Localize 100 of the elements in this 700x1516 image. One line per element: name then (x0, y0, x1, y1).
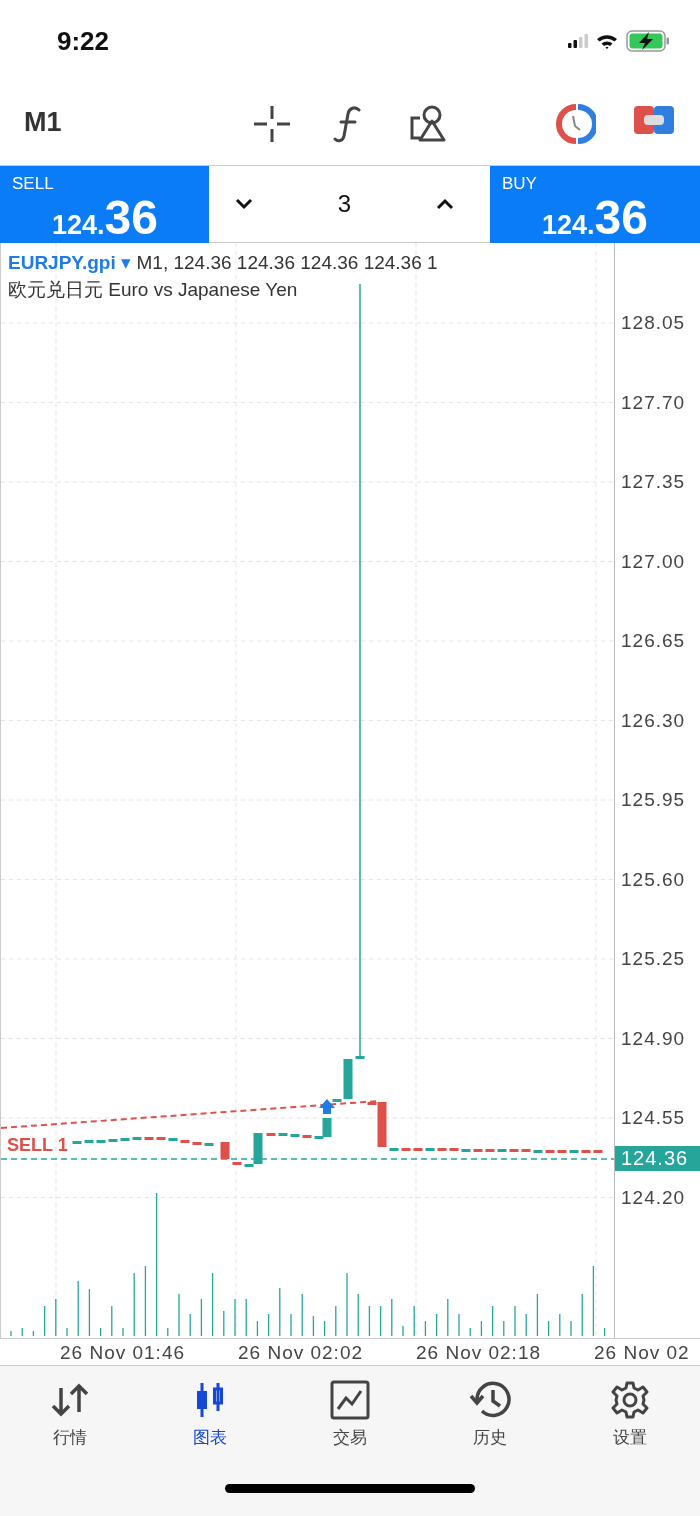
volume-bar (32, 1330, 35, 1337)
candle (220, 1142, 230, 1159)
candle (413, 1148, 423, 1151)
chevron-down-icon[interactable] (235, 198, 253, 210)
candle (521, 1149, 531, 1152)
candle (497, 1149, 507, 1152)
candle (437, 1148, 447, 1151)
candle (569, 1150, 579, 1153)
volume-bar (43, 1305, 46, 1337)
candle (425, 1148, 435, 1151)
volume-bar (592, 1265, 595, 1337)
candle (72, 1141, 82, 1144)
time-label: 26 Nov 01:46 (60, 1341, 187, 1365)
candle (401, 1148, 411, 1151)
signal-icon (568, 34, 588, 48)
candle (120, 1138, 130, 1141)
candle (266, 1133, 276, 1136)
line-chart-icon (330, 1380, 370, 1420)
candle (84, 1140, 94, 1143)
tab-item[interactable]: 行情 (0, 1380, 140, 1478)
volume-bar (211, 1272, 214, 1337)
price-label: 125.25 (621, 948, 686, 970)
candle (168, 1138, 178, 1141)
volume-bar (379, 1305, 382, 1337)
time-label: 26 Nov 02:02 (238, 1341, 365, 1365)
candle (232, 1162, 242, 1165)
current-price-tag: 124.36 (615, 1146, 700, 1171)
crosshair-icon[interactable] (252, 104, 292, 144)
volume-bar (368, 1305, 371, 1337)
price-label: 125.60 (621, 868, 686, 891)
candle (302, 1135, 312, 1138)
time-label: 26 Nov 02:18 (416, 1341, 543, 1365)
volume-bar (323, 1320, 326, 1337)
price-label: 127.35 (621, 471, 686, 493)
symbol-description: 欧元兑日元 Euro vs Japanese Yen (8, 278, 299, 302)
candle (389, 1148, 399, 1151)
up-arrow-icon (319, 1099, 335, 1114)
volume-bar (312, 1315, 315, 1337)
price-label: 125.95 (621, 789, 686, 811)
price-label: 124.20 (621, 1186, 686, 1209)
candle (108, 1139, 118, 1142)
price-label: 124.55 (621, 1107, 686, 1129)
candlestick-icon (195, 1380, 225, 1420)
candle (533, 1150, 543, 1153)
tab-item[interactable]: 交易 (280, 1380, 420, 1478)
candle (473, 1149, 483, 1152)
volume-bar (547, 1320, 550, 1337)
timer-icon[interactable] (556, 104, 596, 144)
one-click-trading-icon[interactable] (634, 104, 674, 136)
volume-bar (435, 1313, 438, 1337)
battery-charging-icon (626, 30, 670, 52)
candle (290, 1134, 300, 1137)
history-icon (469, 1380, 511, 1420)
candle (192, 1142, 202, 1145)
wifi-icon (596, 33, 618, 49)
volume-field[interactable]: 3 (329, 186, 360, 222)
symbol-link[interactable]: EURJPY.gpi ▾ (8, 251, 131, 274)
time-label: 26 Nov 02 (594, 1341, 691, 1365)
candle (581, 1150, 591, 1153)
candle (557, 1150, 567, 1153)
volume-bar (424, 1320, 427, 1337)
candle (509, 1149, 519, 1152)
candle (461, 1149, 471, 1152)
candle (132, 1137, 142, 1140)
price-label: 126.65 (621, 630, 686, 652)
timeframe-button[interactable]: M1 (24, 107, 62, 138)
settings-icon (611, 1380, 649, 1420)
volume-bar (88, 1288, 91, 1337)
candle (449, 1148, 459, 1151)
price-label: 124.90 (621, 1027, 686, 1050)
volume-bar (480, 1320, 483, 1337)
price-label: 127.70 (621, 391, 686, 414)
candle (156, 1137, 166, 1140)
chevron-up-icon[interactable] (436, 198, 454, 210)
tab-item[interactable]: 图表 (140, 1380, 280, 1478)
price-label: 128.05 (621, 312, 686, 334)
candle (593, 1150, 603, 1153)
tab-item[interactable]: 设置 (560, 1380, 700, 1478)
candle (180, 1140, 190, 1143)
volume-bar (536, 1293, 539, 1337)
volume-bar (200, 1298, 203, 1337)
volume-bar (256, 1320, 259, 1337)
volume-bar (144, 1265, 147, 1337)
price-label: 126.30 (621, 709, 686, 732)
shapes-icon[interactable] (408, 104, 448, 144)
ohlc-text: M1, 124.36 124.36 124.36 124.36 1 (136, 252, 438, 274)
volume-bar (99, 1327, 102, 1337)
sell-button[interactable]: SELL 124.36 (0, 166, 209, 243)
volume-bar (603, 1327, 606, 1337)
candle (144, 1137, 154, 1140)
volume-bar (267, 1313, 270, 1337)
buy-button[interactable]: BUY 124.36 (490, 166, 700, 243)
candle (96, 1140, 106, 1143)
candle (545, 1150, 555, 1153)
candle (278, 1133, 288, 1136)
status-time: 9:22 (57, 25, 110, 57)
order-label: SELL 1 (7, 1135, 68, 1156)
tab-item[interactable]: 历史 (420, 1380, 560, 1478)
price-label: 127.00 (621, 550, 686, 573)
candle (485, 1149, 495, 1152)
